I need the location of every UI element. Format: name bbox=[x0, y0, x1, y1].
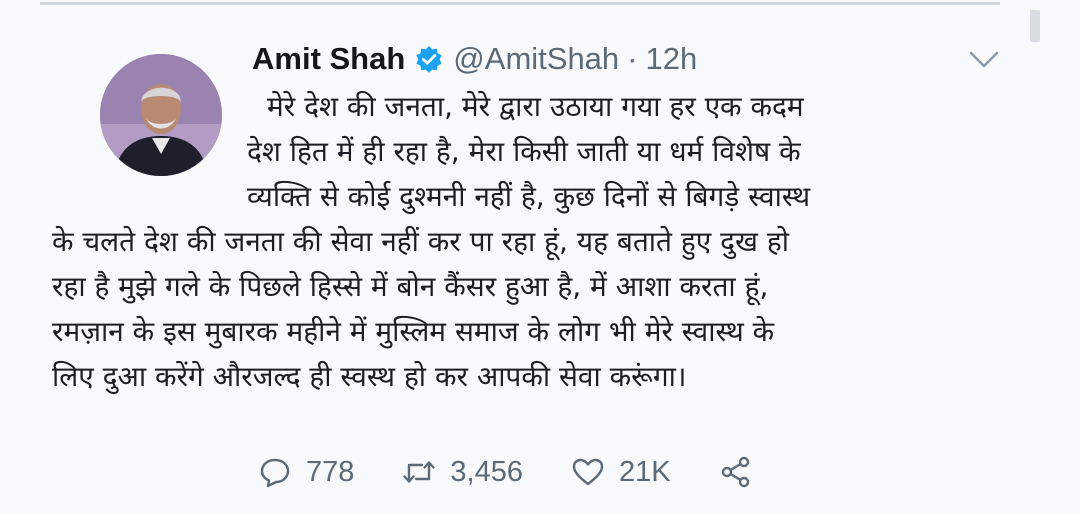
scrollbar[interactable] bbox=[1030, 10, 1040, 42]
retweet-count: 3,456 bbox=[450, 455, 523, 488]
tweet-actions: 778 3,456 21K bbox=[258, 450, 801, 494]
retweet-button[interactable]: 3,456 bbox=[402, 455, 523, 489]
tweet-text-line: लिए दुआ करेंगे औरजल्द ही स्वस्थ हो कर आप… bbox=[52, 360, 687, 393]
tweet-timestamp[interactable]: 12h bbox=[646, 41, 698, 77]
separator-dot: · bbox=[627, 41, 638, 76]
tweet-text-line: रहा है मुझे गले के पिछले हिस्से में बोन … bbox=[52, 270, 769, 303]
like-count: 21K bbox=[618, 455, 671, 488]
reply-button[interactable]: 778 bbox=[258, 455, 354, 489]
tweet-text-line: देश हित में ही रहा है, मेरा किसी जाती या… bbox=[247, 135, 801, 168]
tweet-text: मेरे देश की जनता, मेरे द्वारा उठाया गया … bbox=[52, 84, 1022, 399]
retweet-icon bbox=[403, 461, 436, 483]
chevron-down-icon[interactable] bbox=[968, 50, 1000, 70]
tweet-header: Amit Shah @AmitShah · 12h bbox=[252, 37, 697, 81]
tweet-text-line: के चलते देश की जनता की सेवा नहीं कर पा र… bbox=[52, 225, 789, 258]
reply-icon bbox=[260, 458, 290, 488]
tweet-card: Amit Shah @AmitShah · 12h मेरे देश की जन… bbox=[0, 0, 1080, 514]
like-button[interactable]: 21K bbox=[571, 455, 671, 489]
share-icon bbox=[721, 456, 749, 488]
tweet-text-line: व्यक्ति से कोई दुश्मनी नहीं है, कुछ दिनो… bbox=[247, 180, 811, 213]
top-divider bbox=[40, 2, 1000, 5]
heart-icon bbox=[572, 458, 604, 486]
tweet-text-line: रमज़ान के इस मुबारक महीने में मुस्लिम सम… bbox=[52, 315, 775, 348]
author-handle[interactable]: @AmitShah bbox=[453, 41, 619, 77]
verified-badge-icon bbox=[415, 45, 443, 73]
tweet-text-line: मेरे देश की जनता, मेरे द्वारा उठाया गया … bbox=[267, 90, 804, 123]
share-button[interactable] bbox=[719, 455, 753, 489]
author-name[interactable]: Amit Shah bbox=[252, 41, 405, 77]
reply-count: 778 bbox=[306, 455, 355, 488]
